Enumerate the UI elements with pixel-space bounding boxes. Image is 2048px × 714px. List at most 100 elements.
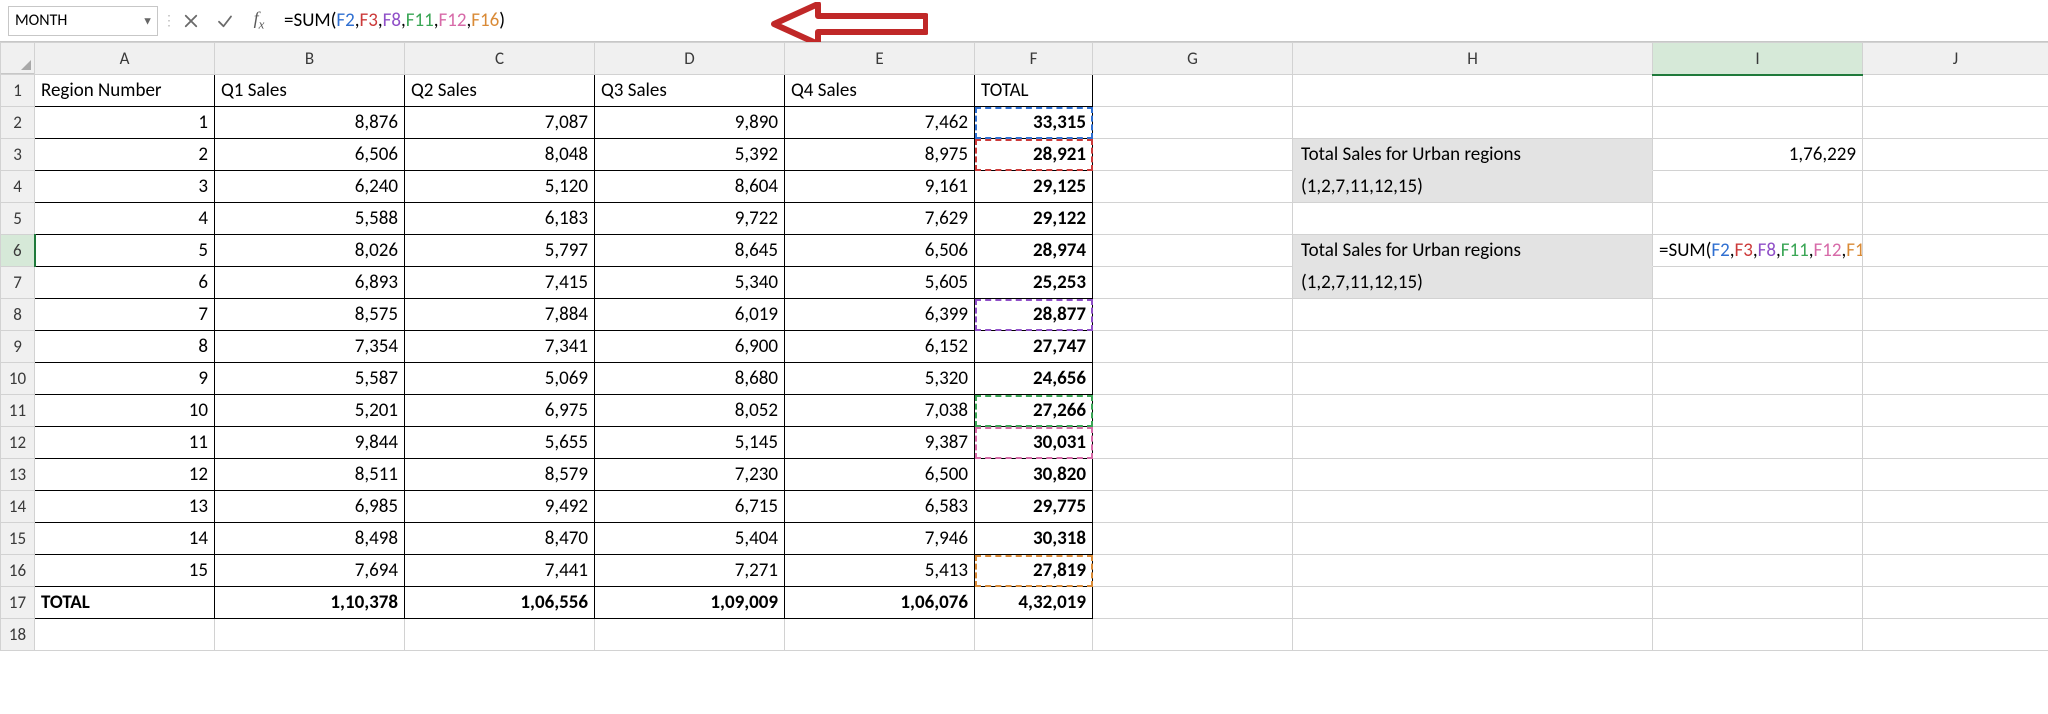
formula-input[interactable]: =SUM(F2,F3,F8,F11,F12,F16) bbox=[276, 6, 513, 36]
cell-G4[interactable] bbox=[1093, 171, 1293, 203]
cell-C11[interactable]: 6,975 bbox=[405, 395, 595, 427]
cell-I3[interactable]: 1,76,229 bbox=[1653, 139, 1863, 171]
cell-I14[interactable] bbox=[1653, 491, 1863, 523]
col-header-J[interactable]: J bbox=[1863, 43, 2048, 75]
cell-H17[interactable] bbox=[1293, 587, 1653, 619]
cell-E15[interactable]: 7,946 bbox=[785, 523, 975, 555]
cell-A6[interactable]: 5 bbox=[35, 235, 215, 267]
cell-J18[interactable] bbox=[1863, 619, 2048, 651]
cell-D4[interactable]: 8,604 bbox=[595, 171, 785, 203]
cell-C5[interactable]: 6,183 bbox=[405, 203, 595, 235]
cell-C12[interactable]: 5,655 bbox=[405, 427, 595, 459]
cell-E11[interactable]: 7,038 bbox=[785, 395, 975, 427]
cell-A13[interactable]: 12 bbox=[35, 459, 215, 491]
cell-F9[interactable]: 27,747 bbox=[975, 331, 1093, 363]
col-header-C[interactable]: C bbox=[405, 43, 595, 75]
cell-C9[interactable]: 7,341 bbox=[405, 331, 595, 363]
cell-F5[interactable]: 29,122 bbox=[975, 203, 1093, 235]
cell-H14[interactable] bbox=[1293, 491, 1653, 523]
cell-J13[interactable] bbox=[1863, 459, 2048, 491]
cell-B14[interactable]: 6,985 bbox=[215, 491, 405, 523]
cell-A12[interactable]: 11 bbox=[35, 427, 215, 459]
cell-F13[interactable]: 30,820 bbox=[975, 459, 1093, 491]
cell-F15[interactable]: 30,318 bbox=[975, 523, 1093, 555]
cell-D13[interactable]: 7,230 bbox=[595, 459, 785, 491]
col-header-F[interactable]: F bbox=[975, 43, 1093, 75]
cell-F7[interactable]: 25,253 bbox=[975, 267, 1093, 299]
cell-F12[interactable]: 30,031 bbox=[975, 427, 1093, 459]
row-header-1[interactable]: 1 bbox=[1, 75, 35, 107]
cell-H1[interactable] bbox=[1293, 75, 1653, 107]
cell-H10[interactable] bbox=[1293, 363, 1653, 395]
cell-J12[interactable] bbox=[1863, 427, 2048, 459]
cell-C2[interactable]: 7,087 bbox=[405, 107, 595, 139]
cell-G5[interactable] bbox=[1093, 203, 1293, 235]
cell-A4[interactable]: 3 bbox=[35, 171, 215, 203]
cell-B12[interactable]: 9,844 bbox=[215, 427, 405, 459]
row-header-18[interactable]: 18 bbox=[1, 619, 35, 651]
cell-C8[interactable]: 7,884 bbox=[405, 299, 595, 331]
select-all-corner[interactable] bbox=[1, 43, 35, 75]
cell-A1[interactable]: Region Number bbox=[35, 75, 215, 107]
cell-A9[interactable]: 8 bbox=[35, 331, 215, 363]
cell-I18[interactable] bbox=[1653, 619, 1863, 651]
cell-I7[interactable] bbox=[1653, 267, 1863, 299]
col-header-B[interactable]: B bbox=[215, 43, 405, 75]
cell-A15[interactable]: 14 bbox=[35, 523, 215, 555]
cell-B16[interactable]: 7,694 bbox=[215, 555, 405, 587]
cell-C17[interactable]: 1,06,556 bbox=[405, 587, 595, 619]
cell-B2[interactable]: 8,876 bbox=[215, 107, 405, 139]
cell-J11[interactable] bbox=[1863, 395, 2048, 427]
cell-D15[interactable]: 5,404 bbox=[595, 523, 785, 555]
cell-A5[interactable]: 4 bbox=[35, 203, 215, 235]
cell-A17[interactable]: TOTAL bbox=[35, 587, 215, 619]
cell-E4[interactable]: 9,161 bbox=[785, 171, 975, 203]
cell-H7[interactable]: (1,2,7,11,12,15) bbox=[1293, 267, 1653, 299]
cell-E5[interactable]: 7,629 bbox=[785, 203, 975, 235]
cell-J3[interactable] bbox=[1863, 139, 2048, 171]
cell-G1[interactable] bbox=[1093, 75, 1293, 107]
cell-H3[interactable]: Total Sales for Urban regions bbox=[1293, 139, 1653, 171]
cell-C13[interactable]: 8,579 bbox=[405, 459, 595, 491]
cell-D7[interactable]: 5,340 bbox=[595, 267, 785, 299]
cell-F2[interactable]: 33,315 bbox=[975, 107, 1093, 139]
cell-G2[interactable] bbox=[1093, 107, 1293, 139]
cell-C16[interactable]: 7,441 bbox=[405, 555, 595, 587]
cell-H11[interactable] bbox=[1293, 395, 1653, 427]
cell-I10[interactable] bbox=[1653, 363, 1863, 395]
col-header-G[interactable]: G bbox=[1093, 43, 1293, 75]
cell-C10[interactable]: 5,069 bbox=[405, 363, 595, 395]
spreadsheet-grid[interactable]: A B C D E F G H I J 1Region NumberQ1 Sal… bbox=[0, 42, 2048, 651]
cell-H12[interactable] bbox=[1293, 427, 1653, 459]
cell-D3[interactable]: 5,392 bbox=[595, 139, 785, 171]
cell-I11[interactable] bbox=[1653, 395, 1863, 427]
cell-F4[interactable]: 29,125 bbox=[975, 171, 1093, 203]
cell-J6[interactable] bbox=[1863, 235, 2048, 267]
cell-E1[interactable]: Q4 Sales bbox=[785, 75, 975, 107]
row-header-16[interactable]: 16 bbox=[1, 555, 35, 587]
cell-I16[interactable] bbox=[1653, 555, 1863, 587]
cell-G10[interactable] bbox=[1093, 363, 1293, 395]
cell-C4[interactable]: 5,120 bbox=[405, 171, 595, 203]
cell-G16[interactable] bbox=[1093, 555, 1293, 587]
cell-F6[interactable]: 28,974 bbox=[975, 235, 1093, 267]
cell-I13[interactable] bbox=[1653, 459, 1863, 491]
cell-E8[interactable]: 6,399 bbox=[785, 299, 975, 331]
cell-F14[interactable]: 29,775 bbox=[975, 491, 1093, 523]
cell-D5[interactable]: 9,722 bbox=[595, 203, 785, 235]
cell-D14[interactable]: 6,715 bbox=[595, 491, 785, 523]
cell-G14[interactable] bbox=[1093, 491, 1293, 523]
cell-B10[interactable]: 5,587 bbox=[215, 363, 405, 395]
col-header-H[interactable]: H bbox=[1293, 43, 1653, 75]
cell-I1[interactable] bbox=[1653, 75, 1863, 107]
cell-E13[interactable]: 6,500 bbox=[785, 459, 975, 491]
cell-J16[interactable] bbox=[1863, 555, 2048, 587]
cell-G13[interactable] bbox=[1093, 459, 1293, 491]
cell-B15[interactable]: 8,498 bbox=[215, 523, 405, 555]
cell-I15[interactable] bbox=[1653, 523, 1863, 555]
cell-H9[interactable] bbox=[1293, 331, 1653, 363]
cell-I6-formula[interactable]: =SUM(F2,F3,F8,F11,F12,F16) bbox=[1653, 235, 1863, 267]
insert-function-button[interactable]: fx bbox=[242, 6, 276, 36]
cell-E12[interactable]: 9,387 bbox=[785, 427, 975, 459]
cell-B18[interactable] bbox=[215, 619, 405, 651]
